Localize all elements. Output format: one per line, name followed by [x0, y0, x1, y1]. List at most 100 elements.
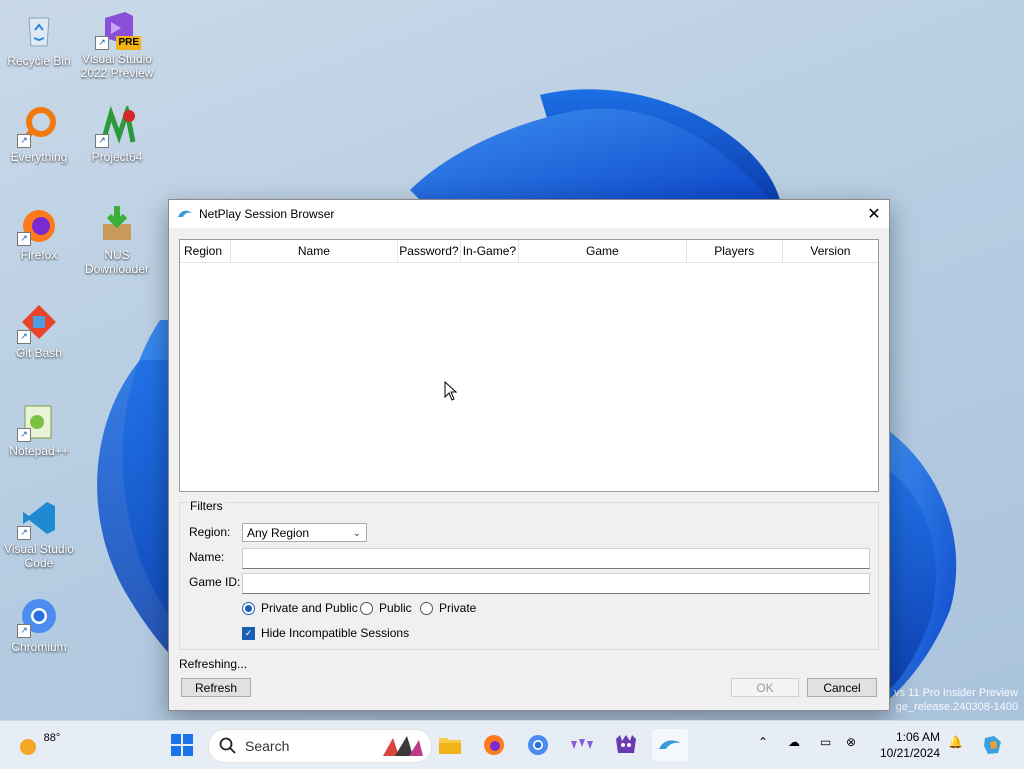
firefox-icon: [484, 735, 504, 755]
hide-incompatible-checkbox[interactable]: ✓ Hide Incompatible Sessions: [242, 626, 409, 640]
taskbar-firefox[interactable]: [480, 729, 508, 761]
radio-unselected-icon: [360, 601, 373, 615]
desktop-icon-project64[interactable]: ↗ Project64: [78, 102, 156, 164]
clock[interactable]: 1:06 AM 10/21/2024: [878, 729, 940, 761]
nus-downloader-icon: [97, 204, 137, 244]
sun-icon: [19, 739, 36, 755]
taskbar-search[interactable]: Search: [208, 729, 432, 763]
dialog-titlebar[interactable]: NetPlay Session Browser ✕: [169, 200, 889, 228]
mouse-cursor-icon: [444, 381, 458, 401]
radio-private[interactable]: Private: [420, 601, 476, 615]
shortcut-arrow-icon: ↗: [17, 134, 31, 148]
hide-incompatible-label: Hide Incompatible Sessions: [261, 626, 410, 640]
radio-selected-icon: [242, 601, 255, 615]
taskbar-chromium[interactable]: [524, 729, 552, 761]
radio-public[interactable]: Public: [360, 601, 412, 615]
search-icon: [219, 737, 236, 754]
region-dropdown[interactable]: Any Region ⌄: [242, 523, 367, 542]
mascot-icon: [616, 735, 636, 753]
chromium-icon: [528, 735, 548, 755]
watermark-line-2: ge_release.240308-1400: [895, 701, 1018, 713]
windows-logo-icon: [171, 734, 193, 756]
weather-widget[interactable]: 88°: [14, 729, 64, 761]
dolphin-icon: [178, 210, 192, 217]
desktop-icon-label: Visual Studio 2022 Preview: [80, 52, 154, 80]
volume-muted-icon[interactable]: ⊗: [846, 735, 856, 749]
copilot-icon: [984, 736, 1001, 754]
desktop-icon-everything[interactable]: ↗ Everything: [0, 106, 78, 164]
watermark-line-1: vs 11 Pro Insider Preview: [894, 687, 1018, 699]
game-id-field[interactable]: [242, 573, 870, 594]
chromium-icon: ↗: [17, 596, 59, 638]
taskbar-file-explorer[interactable]: [436, 729, 464, 761]
column-header-in-game[interactable]: In-Game?: [461, 240, 520, 262]
desktop-icon-label: Visual Studio Code: [4, 542, 74, 570]
column-header-name[interactable]: Name: [231, 240, 399, 262]
column-header-version[interactable]: Version: [783, 240, 878, 262]
desktop-icon-visual-studio-2022-preview[interactable]: PRE ↗ Visual Studio 2022 Preview: [78, 8, 156, 80]
recycle-bin-icon: [19, 10, 59, 50]
taskbar-app-mascot[interactable]: [612, 729, 640, 761]
shortcut-arrow-icon: ↗: [17, 624, 31, 638]
shortcut-arrow-icon: ↗: [17, 428, 31, 442]
shortcut-arrow-icon: ↗: [95, 36, 109, 50]
notifications-bell-icon[interactable]: 🔔: [948, 735, 963, 749]
cancel-button[interactable]: Cancel: [807, 678, 877, 697]
cloud-offline-icon[interactable]: ☁: [788, 735, 800, 749]
column-header-password[interactable]: Password?: [398, 240, 461, 262]
region-label: Region:: [189, 525, 231, 539]
desktop-icon-firefox[interactable]: ↗ Firefox: [0, 204, 78, 262]
taskbar-app-purple[interactable]: [568, 729, 596, 761]
column-header-game[interactable]: Game: [519, 240, 687, 262]
chevron-down-icon: ⌄: [352, 528, 361, 539]
shortcut-arrow-icon: ↗: [17, 526, 31, 540]
chevron-up-icon[interactable]: ⌃: [758, 735, 768, 749]
radio-unselected-icon: [420, 601, 433, 615]
game-id-label: Game ID:: [189, 575, 241, 589]
copilot-button[interactable]: [980, 729, 1006, 761]
everything-icon: ↗: [17, 106, 59, 148]
desktop-icon-nus-downloader[interactable]: NUS Downloader: [78, 204, 156, 276]
taskbar-dolphin[interactable]: [652, 729, 688, 761]
desktop-icon-recycle-bin[interactable]: Recycle Bin: [0, 10, 78, 68]
network-icon[interactable]: ▭: [820, 735, 831, 749]
name-field[interactable]: [242, 548, 870, 569]
desktop-icon-label: Recycle Bin: [7, 54, 71, 68]
column-header-players[interactable]: Players: [687, 240, 783, 262]
weather-temperature: 88°: [43, 732, 61, 744]
desktop-icon-label: Everything: [10, 150, 68, 164]
desktop-icon-visual-studio-code[interactable]: ↗ Visual Studio Code: [0, 498, 78, 570]
dialog-title: NetPlay Session Browser: [199, 207, 335, 221]
refresh-button[interactable]: Refresh: [181, 678, 251, 697]
purple-app-icon: [571, 739, 593, 749]
git-bash-icon: ↗: [17, 302, 59, 344]
shortcut-arrow-icon: ↗: [17, 232, 31, 246]
name-label: Name:: [189, 550, 225, 564]
desktop-icon-label: Chromium: [11, 640, 67, 654]
region-dropdown-value: Any Region: [247, 526, 310, 540]
search-placeholder: Search: [245, 738, 290, 754]
project64-icon: ↗: [95, 102, 137, 148]
vscode-icon: ↗: [17, 498, 59, 540]
desktop-icon-label: Notepad++: [9, 444, 69, 458]
pre-badge: PRE: [116, 36, 141, 50]
shortcut-arrow-icon: ↗: [17, 330, 31, 344]
visual-studio-icon: PRE ↗: [95, 8, 141, 50]
radio-private-and-public[interactable]: Private and Public: [242, 601, 358, 615]
ok-button[interactable]: OK: [731, 678, 799, 697]
session-list[interactable]: Region Name Password? In-Game? Game Play…: [179, 239, 879, 492]
taskbar: 88° Search ⌃ ☁ ▭ ⊗ 1:06 AM 10/21/2024 🔔: [0, 720, 1024, 769]
filters-group: Filters Region: Any Region ⌄ Name: Game …: [179, 499, 879, 650]
column-header-region[interactable]: Region: [180, 240, 231, 262]
firefox-icon: ↗: [17, 204, 59, 246]
radio-label: Private: [439, 601, 477, 615]
desktop-icon-label: Firefox: [20, 248, 58, 262]
close-icon[interactable]: ✕: [859, 200, 889, 228]
clock-date: 10/21/2024: [879, 746, 940, 760]
desktop-icon-git-bash[interactable]: ↗ Git Bash: [0, 302, 78, 360]
shortcut-arrow-icon: ↗: [95, 134, 109, 148]
desktop-icon-label: NUS Downloader: [84, 248, 150, 276]
start-button[interactable]: [166, 729, 198, 761]
desktop-icon-chromium[interactable]: ↗ Chromium: [0, 596, 78, 654]
desktop-icon-notepad-plus-plus[interactable]: ↗ Notepad++: [0, 400, 78, 458]
